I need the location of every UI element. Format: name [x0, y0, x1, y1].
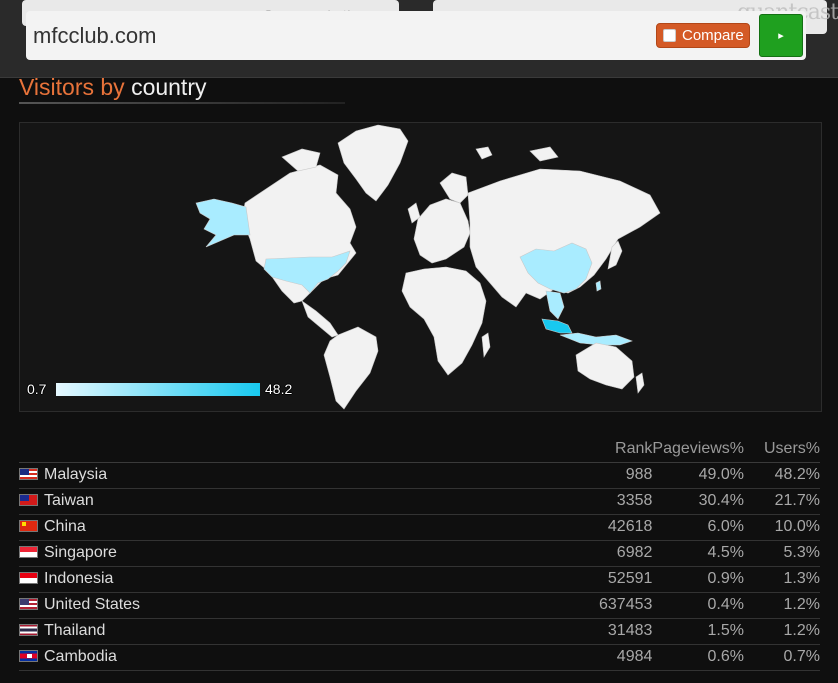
header-rank: Rank: [599, 436, 653, 463]
users-cell: 1.3%: [744, 566, 820, 593]
header-users: Users%: [744, 436, 820, 463]
users-cell: 1.2%: [744, 618, 820, 645]
country-cell[interactable]: Cambodia: [19, 644, 599, 671]
country-name[interactable]: China: [44, 518, 86, 535]
united-states-flag-icon: [19, 598, 38, 610]
map-alaska: [195, 198, 251, 248]
users-cell: 10.0%: [744, 514, 820, 541]
rank-cell: 4984: [599, 644, 653, 671]
country-name[interactable]: Indonesia: [44, 570, 113, 587]
rank-cell: 3358: [599, 488, 653, 515]
pageviews-cell: 6.0%: [652, 514, 744, 541]
map-madagascar: [481, 332, 491, 358]
map-svalbard: [475, 146, 493, 160]
table-row: Thailand 31483 1.5% 1.2%: [19, 618, 820, 645]
domain-text[interactable]: mfcclub.com: [33, 23, 156, 49]
title-underline: [19, 102, 345, 104]
map-southeast-asia: [545, 290, 565, 320]
rank-cell: 31483: [599, 618, 653, 645]
legend-max-label: 48.2: [265, 381, 293, 397]
table-row: Indonesia 52591 0.9% 1.3%: [19, 566, 820, 593]
country-name[interactable]: Thailand: [44, 622, 105, 639]
map-siberia-islands: [529, 146, 559, 162]
compare-checkbox-icon[interactable]: [663, 29, 676, 42]
country-name[interactable]: United States: [44, 596, 140, 613]
singapore-flag-icon: [19, 546, 38, 558]
pageviews-cell: 49.0%: [652, 462, 744, 489]
map-malaysia: [541, 318, 573, 334]
country-cell[interactable]: Thailand: [19, 618, 599, 645]
url-bar: mfcclub.com Compare ▸: [26, 11, 806, 60]
cambodia-flag-icon: [19, 650, 38, 662]
world-map-svg: [195, 124, 661, 410]
malaysia-flag-icon: [19, 468, 38, 480]
country-name[interactable]: Malaysia: [44, 466, 107, 483]
country-table: Rank Pageviews% Users% Malaysia 988 49.0…: [19, 436, 820, 671]
rank-cell: 42618: [599, 514, 653, 541]
map-australia: [575, 342, 635, 390]
pageviews-cell: 1.5%: [652, 618, 744, 645]
legend-min-label: 0.7: [27, 381, 47, 397]
users-cell: 1.2%: [744, 592, 820, 619]
users-cell: 5.3%: [744, 540, 820, 567]
country-cell[interactable]: Taiwan: [19, 488, 599, 515]
rank-cell: 6982: [599, 540, 653, 567]
world-map: 0.7 48.2: [19, 122, 822, 412]
pageviews-cell: 0.9%: [652, 566, 744, 593]
table-row: Malaysia 988 49.0% 48.2%: [19, 462, 820, 489]
rank-cell: 52591: [599, 566, 653, 593]
map-south-america: [323, 326, 379, 410]
table-header-row: Rank Pageviews% Users%: [19, 436, 820, 463]
header-country: [19, 436, 599, 463]
pageviews-cell: 4.5%: [652, 540, 744, 567]
map-new-zealand: [635, 372, 645, 394]
country-cell[interactable]: Malaysia: [19, 462, 599, 489]
section-title: Visitors by country: [19, 74, 207, 101]
legend-gradient-bar: [56, 383, 260, 396]
play-arrow-icon: ▸: [778, 29, 784, 42]
country-cell[interactable]: Indonesia: [19, 566, 599, 593]
map-central-america: [301, 300, 339, 338]
users-cell: 21.7%: [744, 488, 820, 515]
map-europe: [413, 198, 471, 264]
indonesia-flag-icon: [19, 572, 38, 584]
map-scandinavia: [439, 172, 469, 204]
table-row: Singapore 6982 4.5% 5.3%: [19, 540, 820, 567]
rank-cell: 637453: [599, 592, 653, 619]
pageviews-cell: 30.4%: [652, 488, 744, 515]
country-name[interactable]: Cambodia: [44, 648, 117, 665]
country-cell[interactable]: Singapore: [19, 540, 599, 567]
country-cell[interactable]: United States: [19, 592, 599, 619]
map-taiwan: [595, 280, 602, 292]
pageviews-cell: 0.6%: [652, 644, 744, 671]
section-title-rest: country: [131, 74, 207, 100]
table-row: China 42618 6.0% 10.0%: [19, 514, 820, 541]
users-cell: 48.2%: [744, 462, 820, 489]
map-africa: [401, 266, 487, 376]
go-button[interactable]: ▸: [759, 14, 803, 57]
users-cell: 0.7%: [744, 644, 820, 671]
taiwan-flag-icon: [19, 494, 38, 506]
country-cell[interactable]: China: [19, 514, 599, 541]
section-title-accent: Visitors by: [19, 74, 125, 100]
header-pageviews: Pageviews%: [652, 436, 744, 463]
table-row: Taiwan 3358 30.4% 21.7%: [19, 488, 820, 515]
compare-label: Compare: [682, 27, 744, 44]
map-greenland: [337, 124, 409, 202]
rank-cell: 988: [599, 462, 653, 489]
china-flag-icon: [19, 520, 38, 532]
table-row: United States 637453 0.4% 1.2%: [19, 592, 820, 619]
compare-button[interactable]: Compare: [656, 23, 750, 48]
table-row: Cambodia 4984 0.6% 0.7%: [19, 644, 820, 671]
thailand-flag-icon: [19, 624, 38, 636]
country-name[interactable]: Taiwan: [44, 492, 94, 509]
pageviews-cell: 0.4%: [652, 592, 744, 619]
country-name[interactable]: Singapore: [44, 544, 117, 561]
